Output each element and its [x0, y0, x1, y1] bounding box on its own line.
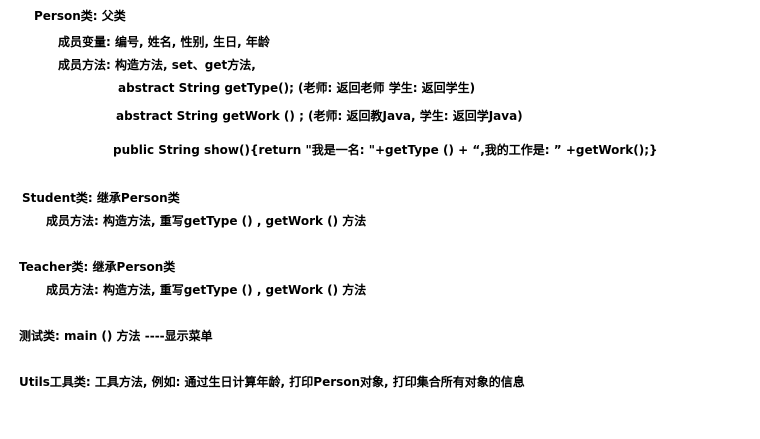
- person-member-methods: 成员方法: 构造方法, set、get方法,: [58, 58, 256, 72]
- teacher-class-heading: Teacher类: 继承Person类: [19, 260, 176, 274]
- person-get-type-method: abstract String getType(); (老师: 返回老师 学生:…: [118, 81, 476, 95]
- person-get-work-method: abstract String getWork () ; (老师: 返回教Jav…: [116, 109, 523, 123]
- person-class-heading: Person类: 父类: [34, 9, 126, 23]
- person-show-method: public String show(){return "我是一名: "+get…: [113, 143, 658, 157]
- test-class-heading: 测试类: main () 方法 ----显示菜单: [19, 329, 213, 343]
- student-member-methods: 成员方法: 构造方法, 重写getType () , getWork () 方法: [46, 214, 367, 228]
- document-page: Person类: 父类 成员变量: 编号, 姓名, 性别, 生日, 年龄 成员方…: [0, 0, 760, 439]
- student-class-heading: Student类: 继承Person类: [22, 191, 180, 205]
- teacher-member-methods: 成员方法: 构造方法, 重写getType () , getWork () 方法: [46, 283, 367, 297]
- person-member-fields: 成员变量: 编号, 姓名, 性别, 生日, 年龄: [58, 35, 270, 49]
- utils-class-heading: Utils工具类: 工具方法, 例如: 通过生日计算年龄, 打印Person对象…: [19, 375, 525, 389]
